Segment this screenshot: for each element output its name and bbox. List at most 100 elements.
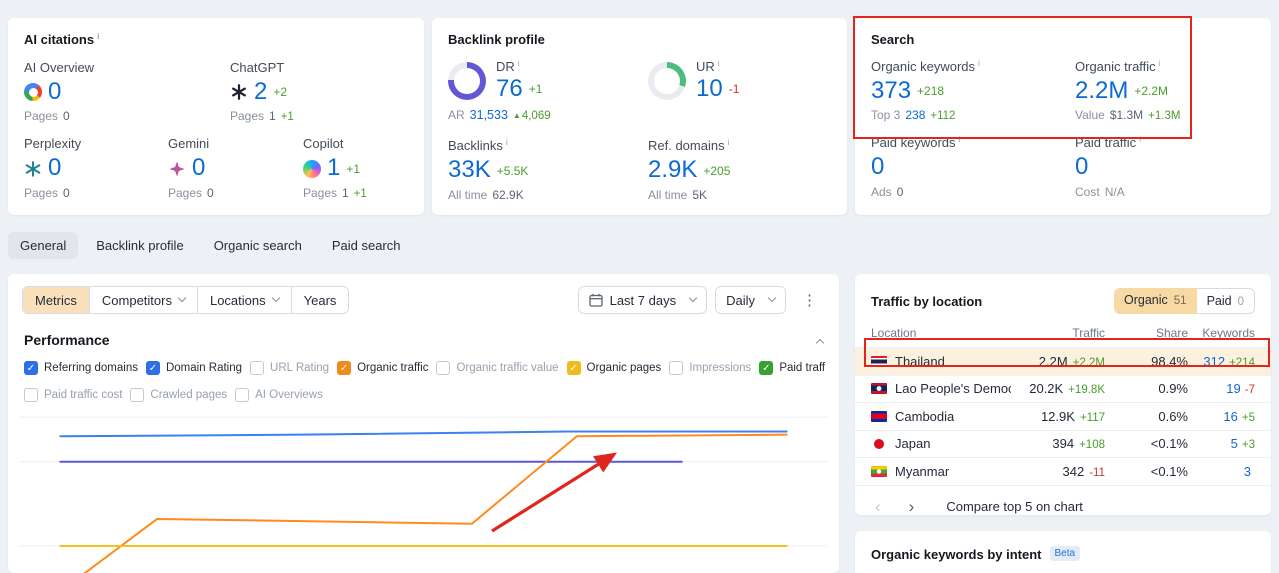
metric-toggle-paid-traffic-cost[interactable]: Paid traffic cost: [24, 388, 122, 402]
keywords-link[interactable]: 5: [1231, 436, 1238, 451]
keywords-link[interactable]: 312: [1203, 354, 1225, 369]
locations-button[interactable]: Locations: [196, 287, 291, 313]
location-table-header: Location Traffic Share Keywords: [855, 324, 1271, 348]
perplexity-label: Perplexity: [24, 136, 82, 152]
organic-keywords-value[interactable]: 373: [871, 77, 911, 104]
myanmar-flag-icon: [871, 465, 887, 477]
ahrefs-rank-line: AR 31,533 4,069: [448, 108, 648, 122]
metric-toggle-ai-overviews[interactable]: AI Overviews: [235, 388, 323, 402]
next-page-button[interactable]: [905, 498, 919, 515]
dr-value[interactable]: 76: [496, 75, 523, 102]
ai-overview-block: AI Overview 0 Pages 0: [24, 60, 230, 123]
performance-chart[interactable]: [20, 414, 827, 573]
table-row-japan[interactable]: Japan 394 +108 <0.1% 5 +3: [855, 431, 1271, 458]
ref-domains-delta: +205: [703, 163, 731, 178]
laos-flag-icon: [871, 383, 887, 395]
keywords-by-intent-title: Organic keywords by intent Beta: [871, 546, 1255, 562]
backlink-grid: DR 76 +1 AR 31,533 4,069: [448, 59, 831, 202]
chatgpt-pages: Pages 1 +1: [230, 109, 294, 124]
metric-checkbox-row-2: Paid traffic cost Crawled pages AI Overv…: [22, 388, 825, 402]
ref-domains-label: Ref. domains: [648, 138, 831, 153]
gemini-label: Gemini: [168, 136, 210, 152]
google-icon: [24, 83, 42, 102]
table-row-laos[interactable]: Lao People's Democratic Reput 20.2K+19.8…: [855, 376, 1271, 403]
tab-backlink-profile[interactable]: Backlink profile: [84, 232, 195, 259]
traffic-by-location-card: Traffic by location Organic 51 Paid 0 Loca…: [855, 274, 1271, 515]
copilot-label: Copilot: [303, 136, 344, 152]
granularity-button[interactable]: Daily: [715, 286, 786, 314]
tab-paid-search[interactable]: Paid search: [320, 232, 413, 259]
performance-header: Performance: [22, 332, 825, 348]
prev-page-button[interactable]: [871, 498, 885, 515]
metric-toggle-organic-traffic-value[interactable]: Organic traffic value: [436, 361, 559, 375]
info-icon: [978, 58, 980, 68]
chatgpt-label: ChatGPT: [230, 60, 285, 75]
collapse-section-button[interactable]: [815, 333, 825, 348]
ai-overview-pages: Pages 0: [24, 109, 70, 124]
ai-citations-row-2: Perplexity 0 Pages 0 Gemini 0 Pages 0 Co…: [24, 136, 408, 199]
checkbox-icon: [130, 388, 145, 402]
cost-line: Cost N/A: [1075, 184, 1125, 199]
tab-organic-search[interactable]: Organic search: [202, 232, 314, 259]
paid-keywords-label: Paid keywords: [871, 135, 1075, 150]
info-icon: [718, 58, 720, 68]
table-row-thailand[interactable]: Thailand 2.2M +2.2M 98.4% 312 +214: [855, 348, 1271, 376]
ai-citations-title-text: AI citations: [24, 32, 95, 47]
ref-domains-alltime: All time 5K: [648, 187, 708, 202]
metric-toggle-organic-traffic[interactable]: Organic traffic: [337, 361, 428, 375]
copilot-count[interactable]: 1: [327, 154, 340, 181]
url-rating-block: UR 10 -1: [648, 59, 831, 122]
chart-toolbar: Metrics Competitors Locations Years Last…: [22, 286, 825, 314]
ai-overview-count[interactable]: 0: [48, 78, 61, 105]
table-row-cambodia[interactable]: Cambodia 12.9K +117 0.6% 16 +5: [855, 403, 1271, 431]
copilot-icon: [303, 159, 321, 178]
backlinks-value[interactable]: 33K: [448, 156, 491, 183]
competitors-button[interactable]: Competitors: [88, 287, 197, 313]
info-icon: [518, 58, 520, 68]
toggle-paid[interactable]: Paid 0: [1196, 288, 1255, 314]
more-options-button[interactable]: [794, 291, 825, 309]
date-range-button[interactable]: Last 7 days: [577, 286, 708, 314]
paid-keywords-value[interactable]: 0: [871, 153, 884, 180]
keywords-link[interactable]: 19: [1226, 381, 1240, 396]
metric-toggle-domain-rating[interactable]: Domain Rating: [145, 361, 242, 375]
keywords-link[interactable]: 3: [1244, 464, 1251, 479]
ur-donut-gauge: [648, 61, 686, 100]
table-row-myanmar[interactable]: Myanmar 342 -11 <0.1% 3: [855, 458, 1271, 486]
top3-value[interactable]: 238: [905, 108, 925, 122]
organic-keywords-label: Organic keywords: [871, 59, 1075, 74]
paid-traffic-value[interactable]: 0: [1075, 153, 1088, 180]
tab-general[interactable]: General: [8, 232, 79, 259]
ahrefs-rank-value[interactable]: 31,533: [470, 108, 508, 122]
metric-toggle-url-rating[interactable]: URL Rating: [250, 361, 329, 375]
compare-top5-button[interactable]: Compare top 5 on chart: [946, 499, 1083, 514]
years-button[interactable]: Years: [290, 287, 349, 313]
metric-toggle-crawled-pages[interactable]: Crawled pages: [130, 388, 227, 402]
chatgpt-count[interactable]: 2: [254, 78, 267, 105]
perplexity-count[interactable]: 0: [48, 154, 61, 181]
organic-traffic-value[interactable]: 2.2M: [1075, 77, 1128, 104]
ai-overview-label: AI Overview: [24, 60, 95, 75]
gemini-count[interactable]: 0: [192, 154, 205, 181]
backlinks-alltime: All time 62.9K: [448, 187, 524, 202]
keywords-link[interactable]: 16: [1223, 409, 1237, 424]
gemini-block: Gemini 0 Pages 0: [168, 136, 303, 199]
toggle-organic[interactable]: Organic 51: [1113, 288, 1197, 314]
checkbox-icon: [250, 361, 265, 375]
metric-toggle-impressions[interactable]: Impressions: [669, 361, 751, 375]
backlink-profile-card: Backlink profile DR 76 +1 AR 31,533: [432, 18, 847, 215]
metric-toggle-referring-domains[interactable]: Referring domains: [24, 361, 138, 375]
metric-toggle-paid-traffic[interactable]: Paid traffic: [759, 361, 825, 375]
ur-value[interactable]: 10: [696, 75, 723, 102]
copilot-block: Copilot 1 +1 Pages 1 +1: [303, 136, 367, 200]
checkbox-icon: [24, 388, 38, 402]
organic-traffic-block: Organic traffic 2.2M +2.2M Value $1.3M +…: [1075, 59, 1255, 122]
metric-toggle-organic-pages[interactable]: Organic pages: [566, 361, 661, 375]
checkbox-icon: [669, 361, 684, 375]
chevron-down-icon: [688, 293, 698, 303]
metrics-button[interactable]: Metrics: [23, 287, 89, 313]
overview-chart-panel: Metrics Competitors Locations Years Last…: [8, 274, 839, 573]
checkbox-icon: [145, 361, 160, 375]
ref-domains-value[interactable]: 2.9K: [648, 156, 697, 183]
ur-delta: -1: [728, 82, 740, 97]
